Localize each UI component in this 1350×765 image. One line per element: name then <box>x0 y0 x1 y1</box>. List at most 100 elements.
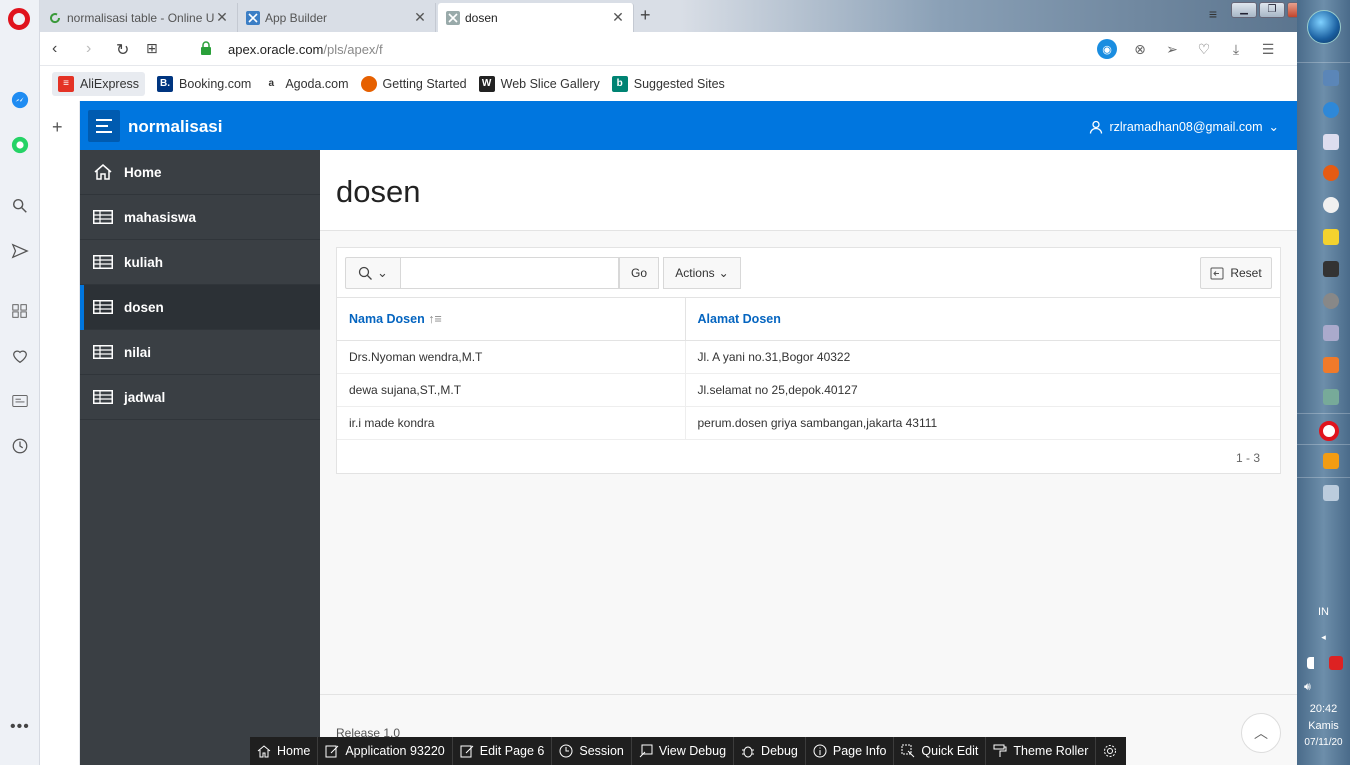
chevron-up-icon: ︿ <box>1254 725 1268 741</box>
dev-settings-button[interactable] <box>1096 737 1124 765</box>
bookmark-web-slice-gallery[interactable]: W Web Slice Gallery <box>478 72 600 96</box>
search-column-button[interactable]: ⌄ <box>345 257 401 289</box>
reload-icon[interactable]: ↻ <box>116 40 129 60</box>
minimize-button[interactable]: ▁ <box>1231 2 1257 18</box>
column-header-alamat-dosen[interactable]: Alamat Dosen <box>685 298 1280 341</box>
dev-view-debug-button[interactable]: View Debug <box>632 737 735 765</box>
add-icon[interactable]: + <box>52 117 63 138</box>
bookmark-aliexpress[interactable]: ≡ AliExpress <box>52 71 146 96</box>
language-indicator[interactable]: IN <box>1297 606 1350 618</box>
bookmark-label: Suggested Sites <box>633 76 725 91</box>
dev-home-button[interactable]: Home <box>250 737 319 765</box>
menu-toggle-button[interactable] <box>88 110 120 142</box>
dev-quick-edit-button[interactable]: Quick Edit <box>894 737 987 765</box>
signal-icon[interactable] <box>1307 657 1321 669</box>
tabs-grid-icon[interactable]: ⊞ <box>146 40 158 57</box>
ie-icon[interactable] <box>1323 102 1339 118</box>
bookmark-heart-icon[interactable]: ♡ <box>1195 40 1213 58</box>
news-icon[interactable] <box>9 390 31 412</box>
bookmark-agoda[interactable]: a Agoda.com <box>263 72 349 96</box>
column-header-nama-dosen[interactable]: Nama Dosen ↑≡ <box>337 298 686 341</box>
go-button[interactable]: Go <box>619 257 659 289</box>
table-row: dewa sujana,ST.,M.T Jl.selamat no 25,dep… <box>337 373 1280 407</box>
scroll-top-button[interactable]: ︿ <box>1241 713 1281 753</box>
explorer-icon[interactable] <box>1323 70 1339 86</box>
tab-menu-icon[interactable]: ≡ <box>1209 6 1217 22</box>
volume-icon[interactable]: 🔊︎ <box>1281 681 1334 694</box>
speed-dial-icon[interactable] <box>9 300 31 322</box>
network-app-icon[interactable] <box>1323 389 1339 405</box>
bookmarks-bar: ≡ AliExpress B. Booking.com a Agoda.com Get… <box>40 66 1297 101</box>
window-app-icon[interactable] <box>1323 485 1339 501</box>
app-title[interactable]: normalisasi <box>128 117 223 137</box>
taskbar-divider <box>1297 444 1350 445</box>
whatsapp-icon[interactable] <box>9 134 31 156</box>
tab-dosen[interactable]: dosen ✕ <box>438 3 634 32</box>
clock-date[interactable]: 07/11/20 <box>1297 737 1350 748</box>
send-icon[interactable] <box>9 240 31 262</box>
snapshot-icon[interactable]: ◉ <box>1097 39 1117 59</box>
restore-button[interactable]: ❐ <box>1259 2 1285 18</box>
nav-item-jadwal[interactable]: jadwal <box>80 375 320 420</box>
reset-button[interactable]: Reset <box>1200 257 1272 289</box>
bookmark-booking[interactable]: B. Booking.com <box>157 72 251 96</box>
search-icon[interactable] <box>9 195 31 217</box>
dev-page-info-button[interactable]: Page Info <box>806 737 895 765</box>
easy-setup-icon[interactable]: ☰ <box>1259 40 1277 58</box>
sublime-icon[interactable] <box>1323 453 1339 469</box>
side-navigation: Home mahasiswa kuliah dosen nilai jadwal <box>80 150 320 765</box>
opera-logo-icon[interactable] <box>8 8 30 30</box>
media-icon[interactable] <box>1323 261 1339 277</box>
messenger-icon[interactable] <box>9 89 31 111</box>
clock-day[interactable]: Kamis <box>1297 720 1350 732</box>
heart-icon[interactable] <box>9 345 31 367</box>
download-icon[interactable]: ⤓ <box>1227 40 1245 58</box>
refresh-green-icon <box>50 12 61 23</box>
history-icon[interactable] <box>9 435 31 457</box>
clock-time[interactable]: 20:42 <box>1297 703 1350 715</box>
start-button[interactable] <box>1307 10 1341 44</box>
nav-item-home[interactable]: Home <box>80 150 320 195</box>
sticky-notes-icon[interactable] <box>1323 229 1339 245</box>
notepad-icon[interactable] <box>1323 134 1339 150</box>
close-icon[interactable]: ✕ <box>215 9 229 26</box>
share-icon[interactable]: ➢ <box>1163 40 1181 58</box>
page-title: dosen <box>336 174 421 209</box>
dev-label: Quick Edit <box>921 744 979 758</box>
chrome-icon[interactable] <box>1323 197 1339 213</box>
bookmark-suggested-sites[interactable]: b Suggested Sites <box>611 72 725 96</box>
dev-session-button[interactable]: Session <box>552 737 632 765</box>
dev-debug-button[interactable]: Debug <box>734 737 806 765</box>
nav-item-kuliah[interactable]: kuliah <box>80 240 320 285</box>
main-content: dosen ⌄ Go Actions ⌄ Reset Nama Dosen ↑≡… <box>320 150 1297 765</box>
aliexpress-icon: ≡ <box>58 75 74 92</box>
tab-normalisasi[interactable]: normalisasi table - Online U ✕ <box>40 3 238 32</box>
dev-theme-roller-button[interactable]: Theme Roller <box>986 737 1097 765</box>
chevron-up-icon[interactable]: ◂ <box>1297 632 1350 643</box>
dev-edit-page-button[interactable]: Edit Page 6 <box>453 737 553 765</box>
xampp-icon[interactable] <box>1323 357 1339 373</box>
new-tab-button[interactable]: + <box>640 5 651 26</box>
nav-item-mahasiswa[interactable]: mahasiswa <box>80 195 320 240</box>
close-icon[interactable]: ✕ <box>413 9 427 26</box>
bookmark-getting-started[interactable]: Getting Started <box>360 72 467 96</box>
adblock-icon[interactable]: ⊗ <box>1131 40 1149 58</box>
dev-application-button[interactable]: Application 93220 <box>318 737 453 765</box>
nav-item-dosen[interactable]: dosen <box>80 285 320 330</box>
actions-button[interactable]: Actions ⌄ <box>663 257 741 289</box>
firefox-icon[interactable] <box>1323 165 1339 181</box>
nav-item-nilai[interactable]: nilai <box>80 330 320 375</box>
opera-taskbar-icon[interactable] <box>1319 421 1339 441</box>
table-icon <box>92 209 114 225</box>
mouse-icon[interactable] <box>1323 293 1339 309</box>
keyboard-icon[interactable] <box>1323 325 1339 341</box>
close-icon[interactable]: ✕ <box>611 9 625 26</box>
tab-app-builder[interactable]: App Builder ✕ <box>238 3 436 32</box>
more-icon[interactable]: ••• <box>10 718 30 736</box>
url-field[interactable]: apex.oracle.com/pls/apex/f <box>228 42 383 57</box>
user-menu[interactable]: rzlramadhan08@gmail.com ⌄ <box>1089 119 1279 134</box>
forward-icon[interactable]: › <box>86 40 91 58</box>
back-icon[interactable]: ‹ <box>52 40 57 58</box>
search-input[interactable] <box>401 257 619 289</box>
battery-icon[interactable] <box>1329 656 1343 670</box>
